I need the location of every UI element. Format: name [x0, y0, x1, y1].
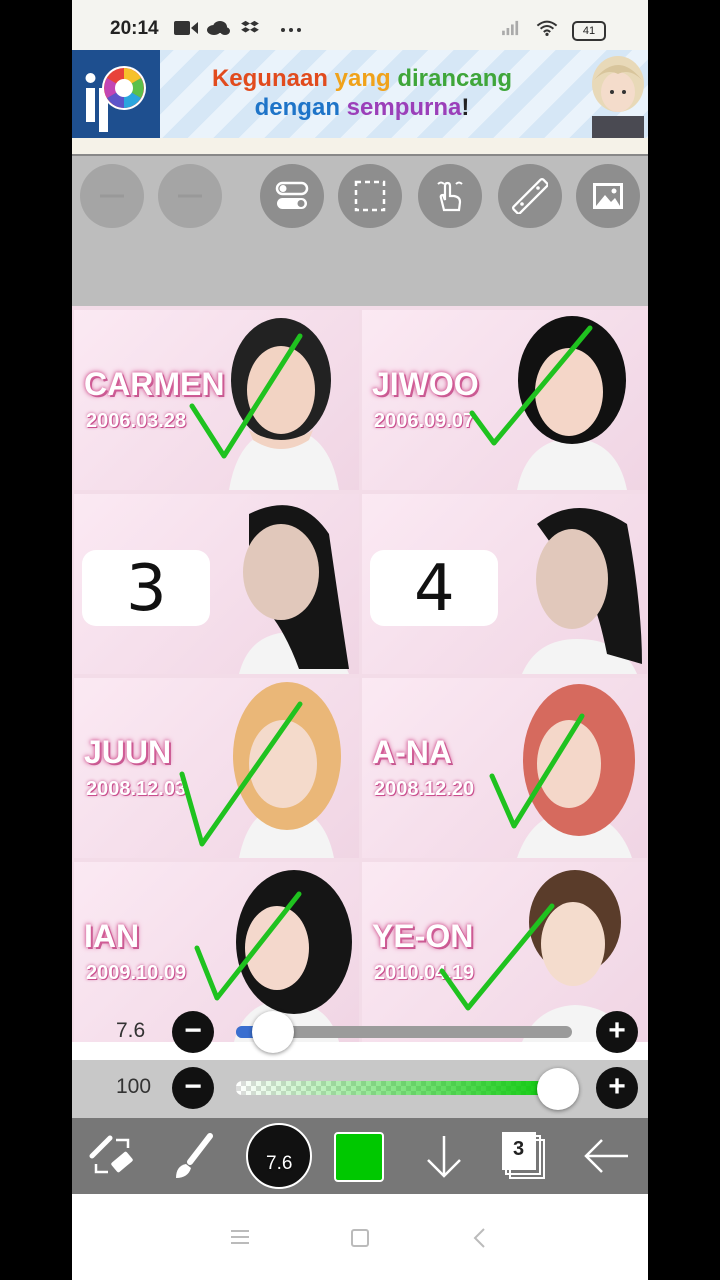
member-card: CARMEN 2006.03.28 — [74, 310, 359, 490]
member-photo — [522, 508, 642, 674]
ibispaint-logo — [72, 50, 160, 138]
menu-icon[interactable] — [228, 1228, 252, 1246]
member-photo — [229, 318, 339, 490]
plus-icon: + — [608, 1014, 626, 1047]
hand-tool-button[interactable] — [418, 164, 482, 228]
opacity-plus-button[interactable]: + — [596, 1067, 638, 1109]
image-icon — [593, 183, 623, 209]
undo-button[interactable] — [80, 164, 144, 228]
member-name: JUUN — [84, 734, 172, 770]
member-birthdate: 2008.12.03 — [86, 778, 187, 800]
opacity-knob[interactable] — [537, 1068, 579, 1110]
brush-size-knob[interactable] — [251, 1011, 294, 1053]
member-photo — [239, 505, 349, 674]
status-time: 20:14 — [110, 18, 159, 39]
ad-text-part: dirancang — [397, 65, 513, 92]
member-card: JUUN 2008.12.03 — [74, 678, 359, 858]
top-toolbar — [72, 156, 648, 306]
member-card: JIWOO 2006.09.07 — [362, 310, 647, 490]
ruler-button[interactable] — [498, 164, 562, 228]
layer-down-button[interactable] — [414, 1126, 474, 1186]
tool-switch-button[interactable] — [82, 1126, 142, 1186]
ad-text-part: dengan — [254, 94, 347, 121]
brush-size-value: 7.6 — [116, 1019, 146, 1042]
brush-icon — [176, 1133, 213, 1178]
drawing-canvas[interactable]: CARMEN 2006.03.28 JIWOO 2006.09.07 3 4 J… — [72, 306, 648, 1042]
layers-icon — [502, 1132, 545, 1179]
brush-size-slider-row: 7.6 − + — [72, 1004, 648, 1060]
color-picker-button[interactable] — [334, 1132, 384, 1182]
dropbox-icon — [241, 20, 259, 33]
brush-size-plus-button[interactable]: + — [596, 1011, 638, 1053]
member-name: IAN — [84, 918, 140, 954]
opacity-track[interactable] — [236, 1081, 572, 1095]
more-dots-icon — [281, 28, 301, 32]
member-photo — [233, 682, 341, 858]
member-birthdate: 2006.03.28 — [86, 410, 187, 432]
cloud-icon — [207, 21, 230, 35]
brush-size-preview-value: 7.6 — [266, 1153, 293, 1174]
back-nav-icon[interactable] — [472, 1227, 488, 1249]
member-birthdate: 2010.04.19 — [374, 962, 475, 984]
battery-indicator: 41 — [572, 21, 606, 41]
arrow-down-icon — [427, 1136, 461, 1178]
phone-screen: 20:14 41 Kegunaan yang dirancang dengan … — [72, 0, 648, 1280]
opacity-value: 100 — [116, 1075, 152, 1098]
member-number: 3 — [126, 552, 167, 626]
member-name: A-NA — [372, 734, 452, 770]
signal-icon — [502, 20, 519, 36]
member-number: 4 — [414, 552, 455, 626]
ad-text-part: Kegunaan — [211, 65, 335, 92]
ad-slogan: Kegunaan yang dirancang dengan sempurna! — [172, 64, 552, 122]
back-button[interactable] — [578, 1126, 638, 1186]
member-photo — [517, 684, 635, 858]
plus-icon: + — [608, 1070, 626, 1103]
member-name: JIWOO — [372, 366, 479, 402]
member-card: 3 — [74, 494, 359, 674]
member-name: YE-ON — [372, 918, 474, 954]
minus-icon: − — [184, 1070, 202, 1103]
ruler-icon — [512, 178, 548, 214]
filter-toggle-button[interactable] — [260, 164, 324, 228]
member-photo — [517, 316, 627, 490]
member-card: 4 — [362, 494, 647, 674]
home-icon[interactable] — [350, 1228, 370, 1248]
brush-size-minus-button[interactable]: − — [172, 1011, 214, 1053]
brush-eraser-switch-icon — [89, 1135, 133, 1174]
member-birthdate: 2009.10.09 — [86, 962, 187, 984]
opacity-minus-button[interactable]: − — [172, 1067, 214, 1109]
arrow-left-icon — [584, 1139, 628, 1173]
video-camera-icon — [174, 21, 198, 35]
ad-character-illustration — [592, 56, 644, 138]
selection-button[interactable] — [338, 164, 402, 228]
ad-banner[interactable]: Kegunaan yang dirancang dengan sempurna! — [72, 50, 648, 138]
member-name: CARMEN — [84, 366, 225, 402]
ad-text-part: sempurna — [346, 94, 462, 121]
brush-tool-button[interactable] — [164, 1126, 224, 1186]
status-bar: 20:14 41 — [72, 0, 648, 50]
ad-text-part: yang — [334, 65, 398, 92]
selection-icon — [354, 180, 386, 212]
brush-size-preview-button[interactable]: 7.6 — [246, 1123, 312, 1189]
bottom-toolbar: 7.6 3 — [72, 1118, 648, 1194]
wifi-icon — [536, 20, 558, 36]
layers-button[interactable]: 3 — [496, 1126, 556, 1186]
hand-icon — [437, 181, 463, 212]
member-card: A-NA 2008.12.20 — [362, 678, 647, 858]
minus-icon: − — [184, 1014, 202, 1047]
member-birthdate: 2008.12.20 — [374, 778, 475, 800]
redo-icon — [178, 194, 202, 198]
toggle-icon — [275, 181, 309, 209]
layer-count: 3 — [513, 1138, 525, 1160]
redo-button[interactable] — [158, 164, 222, 228]
system-nav-bar — [72, 1194, 648, 1280]
ad-text-part: ! — [461, 94, 470, 121]
member-birthdate: 2006.09.07 — [374, 410, 475, 432]
divider — [72, 138, 648, 156]
undo-icon — [100, 194, 124, 198]
import-image-button[interactable] — [576, 164, 640, 228]
opacity-slider-row: 100 − + — [72, 1060, 648, 1118]
